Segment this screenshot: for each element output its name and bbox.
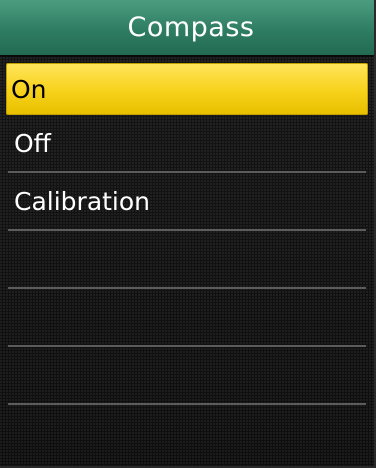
page-title: Compass (127, 12, 255, 43)
empty-menu-row (8, 347, 366, 405)
menu-list: On Off Calibration (0, 57, 374, 405)
menu-item-label: On (11, 74, 47, 104)
title-bar: Compass (0, 0, 374, 57)
menu-item-on[interactable]: On (6, 63, 368, 115)
empty-menu-row (8, 289, 366, 347)
menu-item-label: Off (14, 128, 51, 158)
device-screen: Compass On Off Calibration (0, 0, 376, 468)
menu-item-off[interactable]: Off (8, 115, 366, 173)
empty-menu-row (8, 231, 366, 289)
menu-item-label: Calibration (14, 186, 151, 216)
menu-item-calibration[interactable]: Calibration (8, 173, 366, 231)
